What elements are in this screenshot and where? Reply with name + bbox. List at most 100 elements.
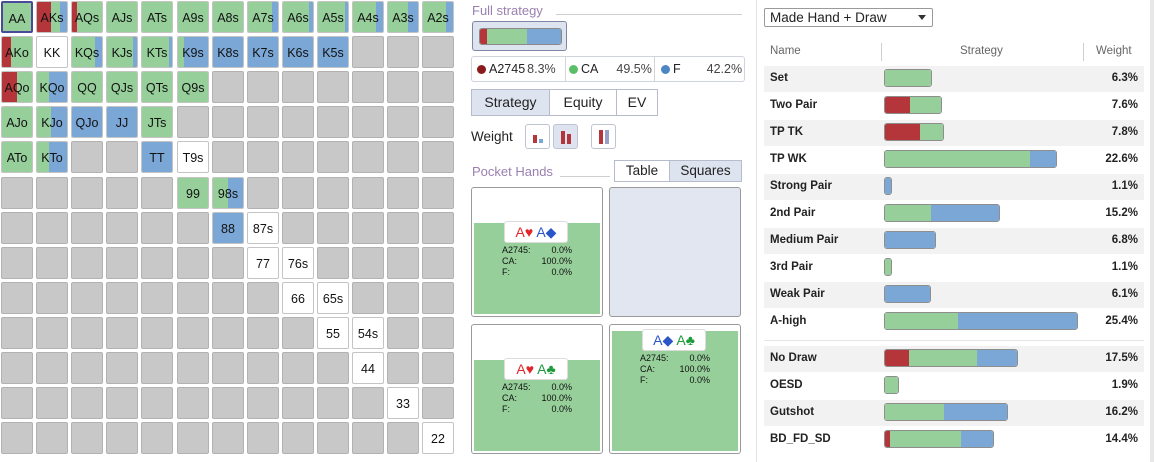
grid-cell-76s[interactable]: 76s xyxy=(282,247,314,279)
grid-cell-empty[interactable] xyxy=(1,247,33,279)
grid-cell-KTo[interactable]: KTo xyxy=(36,141,68,173)
grid-cell-empty[interactable] xyxy=(422,247,454,279)
grid-cell-empty[interactable] xyxy=(212,141,244,173)
grid-cell-empty[interactable] xyxy=(177,422,209,454)
grid-cell-empty[interactable] xyxy=(141,317,173,349)
grid-cell-empty[interactable] xyxy=(387,36,419,68)
grid-cell-empty[interactable] xyxy=(106,177,138,209)
grid-cell-empty[interactable] xyxy=(387,212,419,244)
grid-cell-empty[interactable] xyxy=(36,317,68,349)
grid-cell-empty[interactable] xyxy=(247,422,279,454)
grid-cell-ATo[interactable]: ATo xyxy=(1,141,33,173)
grid-cell-empty[interactable] xyxy=(247,71,279,103)
grid-cell-empty[interactable] xyxy=(282,106,314,138)
grid-cell-empty[interactable] xyxy=(71,141,103,173)
grid-cell-A7s[interactable]: A7s xyxy=(247,1,279,33)
grid-cell-empty[interactable] xyxy=(317,141,349,173)
grid-cell-empty[interactable] xyxy=(352,387,384,419)
grid-cell-empty[interactable] xyxy=(106,212,138,244)
grid-cell-empty[interactable] xyxy=(1,352,33,384)
grid-cell-JTs[interactable]: JTs xyxy=(141,106,173,138)
grid-cell-QTs[interactable]: QTs xyxy=(141,71,173,103)
weight-bars-low-button[interactable] xyxy=(525,124,550,149)
grid-cell-empty[interactable] xyxy=(422,177,454,209)
grid-cell-empty[interactable] xyxy=(36,212,68,244)
grid-cell-A8s[interactable]: A8s xyxy=(212,1,244,33)
grid-cell-65s[interactable]: 65s xyxy=(317,282,349,314)
grid-cell-66[interactable]: 66 xyxy=(282,282,314,314)
grid-cell-empty[interactable] xyxy=(36,177,68,209)
category-row[interactable]: Set 6.3% xyxy=(764,66,1144,92)
grid-cell-empty[interactable] xyxy=(1,212,33,244)
grid-cell-empty[interactable] xyxy=(247,106,279,138)
grid-cell-empty[interactable] xyxy=(212,422,244,454)
grid-cell-empty[interactable] xyxy=(71,282,103,314)
grid-cell-empty[interactable] xyxy=(177,212,209,244)
grid-cell-empty[interactable] xyxy=(352,422,384,454)
grid-cell-empty[interactable] xyxy=(387,247,419,279)
grid-cell-empty[interactable] xyxy=(1,177,33,209)
grid-cell-empty[interactable] xyxy=(1,387,33,419)
grid-cell-empty[interactable] xyxy=(387,141,419,173)
grid-cell-empty[interactable] xyxy=(1,422,33,454)
grid-cell-empty[interactable] xyxy=(71,352,103,384)
grid-cell-empty[interactable] xyxy=(177,317,209,349)
grid-cell-empty[interactable] xyxy=(71,247,103,279)
grid-cell-empty[interactable] xyxy=(247,317,279,349)
grid-cell-empty[interactable] xyxy=(106,352,138,384)
full-strategy-bar-button[interactable] xyxy=(472,21,567,51)
category-row[interactable]: No Draw 17.5% xyxy=(764,346,1144,372)
grid-cell-empty[interactable] xyxy=(387,106,419,138)
grid-cell-empty[interactable] xyxy=(422,71,454,103)
pocket-hand-card[interactable]: A♥ A♣ A2745: 0.0% CA: 100.0% F: 0.0% xyxy=(471,324,603,454)
grid-cell-54s[interactable]: 54s xyxy=(352,317,384,349)
grid-cell-empty[interactable] xyxy=(422,106,454,138)
grid-cell-K9s[interactable]: K9s xyxy=(177,36,209,68)
grid-cell-K5s[interactable]: K5s xyxy=(317,36,349,68)
grid-cell-A9s[interactable]: A9s xyxy=(177,1,209,33)
grid-cell-22[interactable]: 22 xyxy=(422,422,454,454)
category-row[interactable]: 2nd Pair 15.2% xyxy=(764,201,1144,227)
grid-cell-empty[interactable] xyxy=(352,71,384,103)
grid-cell-empty[interactable] xyxy=(282,352,314,384)
grid-cell-empty[interactable] xyxy=(422,141,454,173)
grid-cell-empty[interactable] xyxy=(212,317,244,349)
grid-cell-empty[interactable] xyxy=(106,141,138,173)
grid-cell-A4s[interactable]: A4s xyxy=(352,1,384,33)
grid-cell-AQo[interactable]: AQo xyxy=(1,71,33,103)
grid-cell-empty[interactable] xyxy=(71,177,103,209)
grid-cell-empty[interactable] xyxy=(317,352,349,384)
grid-cell-empty[interactable] xyxy=(282,177,314,209)
grid-cell-AJs[interactable]: AJs xyxy=(106,1,138,33)
grid-cell-empty[interactable] xyxy=(247,177,279,209)
grid-cell-empty[interactable] xyxy=(387,282,419,314)
grid-cell-empty[interactable] xyxy=(282,422,314,454)
grid-cell-empty[interactable] xyxy=(177,282,209,314)
grid-cell-K6s[interactable]: K6s xyxy=(282,36,314,68)
grid-cell-empty[interactable] xyxy=(422,317,454,349)
grid-cell-AQs[interactable]: AQs xyxy=(71,1,103,33)
grid-cell-T9s[interactable]: T9s xyxy=(177,141,209,173)
category-row[interactable]: Weak Pair 6.1% xyxy=(764,282,1144,308)
pocket-hand-card[interactable]: A♥ A◆ A2745: 0.0% CA: 100.0% F: 0.0% xyxy=(471,187,603,317)
grid-cell-empty[interactable] xyxy=(247,387,279,419)
grid-cell-empty[interactable] xyxy=(177,387,209,419)
grid-cell-empty[interactable] xyxy=(1,317,33,349)
grid-cell-empty[interactable] xyxy=(387,177,419,209)
scrollbar[interactable] xyxy=(1150,0,1154,462)
grid-cell-empty[interactable] xyxy=(422,36,454,68)
grid-cell-empty[interactable] xyxy=(422,282,454,314)
grid-cell-empty[interactable] xyxy=(177,352,209,384)
grid-cell-empty[interactable] xyxy=(141,247,173,279)
grid-cell-33[interactable]: 33 xyxy=(387,387,419,419)
grid-cell-55[interactable]: 55 xyxy=(317,317,349,349)
grid-cell-77[interactable]: 77 xyxy=(247,247,279,279)
grid-cell-empty[interactable] xyxy=(282,387,314,419)
grid-cell-empty[interactable] xyxy=(352,282,384,314)
grid-cell-TT[interactable]: TT xyxy=(141,141,173,173)
grid-cell-empty[interactable] xyxy=(212,352,244,384)
grid-cell-KJs[interactable]: KJs xyxy=(106,36,138,68)
grid-cell-KJo[interactable]: KJo xyxy=(36,106,68,138)
grid-cell-empty[interactable] xyxy=(317,422,349,454)
grid-cell-K7s[interactable]: K7s xyxy=(247,36,279,68)
